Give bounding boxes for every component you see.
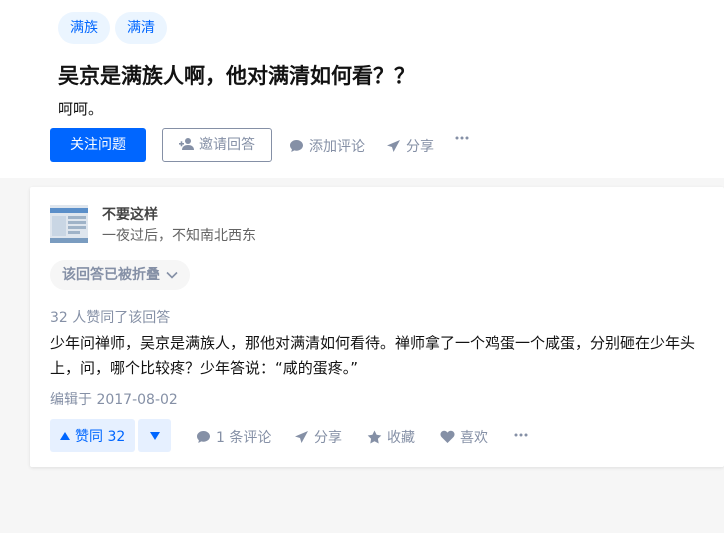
question-detail: 呵呵。 [58,100,104,118]
author-bio: 一夜过后，不知南北西东 [102,228,256,244]
comments-label: 1 条评论 [216,430,272,446]
share-label: 分享 [314,430,342,446]
question-header: 满族 满清 吴京是满族人啊，他对满清如何看？？ 呵呵。 关注问题 邀请回答 添加… [0,0,724,178]
add-comment-button[interactable]: 添加评论 [289,136,365,156]
more-button[interactable] [455,136,474,140]
star-icon [367,430,382,444]
topic-tag[interactable]: 满族 [58,12,110,44]
topic-tag[interactable]: 满清 [115,12,167,44]
add-comment-label: 添加评论 [309,139,365,155]
vote-up-label: 赞同 32 [75,428,126,445]
add-user-icon [179,138,194,150]
invite-answer-button[interactable]: 邀请回答 [162,128,272,162]
avatar[interactable] [50,205,88,243]
author-name[interactable]: 不要这样 [102,204,158,224]
chevron-down-icon [166,271,178,279]
like-label: 喜欢 [460,430,488,446]
heart-icon [440,430,455,443]
comment-icon [197,431,210,443]
share-button[interactable]: 分享 [386,136,434,156]
upvote-count-text[interactable]: 32 人赞同了该回答 [50,307,170,327]
share-icon [387,140,400,152]
collect-label: 收藏 [387,430,415,446]
triangle-down-icon [149,431,160,440]
more-icon [514,433,528,437]
collapsed-label: 该回答已被折叠 [62,267,160,283]
share-button[interactable]: 分享 [294,427,342,447]
answer-card: 不要这样 一夜过后，不知南北西东 该回答已被折叠 32 人赞同了该回答 少年问禅… [30,187,724,467]
vote-up-button[interactable]: 赞同 32 [50,419,136,452]
invite-answer-label: 邀请回答 [199,137,255,153]
follow-question-button[interactable]: 关注问题 [50,128,146,162]
triangle-up-icon [60,431,70,440]
share-label: 分享 [406,139,434,155]
comments-button[interactable]: 1 条评论 [196,427,271,447]
collapsed-answer-toggle[interactable]: 该回答已被折叠 [50,260,190,290]
answer-content: 少年问禅师，吴京是满族人，那他对满清如何看待。禅师拿了一个鸡蛋一个咸蛋，分别砸在… [50,334,696,377]
edit-time[interactable]: 编辑于 2017-08-02 [50,389,178,409]
comment-icon [290,140,303,152]
more-button[interactable] [514,433,533,437]
avatar-image [50,205,88,243]
vote-down-button[interactable] [138,419,171,452]
collect-button[interactable]: 收藏 [367,427,415,447]
question-title[interactable]: 吴京是满族人啊，他对满清如何看？？ [58,60,415,90]
like-button[interactable]: 喜欢 [440,427,488,447]
share-icon [295,431,308,443]
more-icon [455,136,469,140]
